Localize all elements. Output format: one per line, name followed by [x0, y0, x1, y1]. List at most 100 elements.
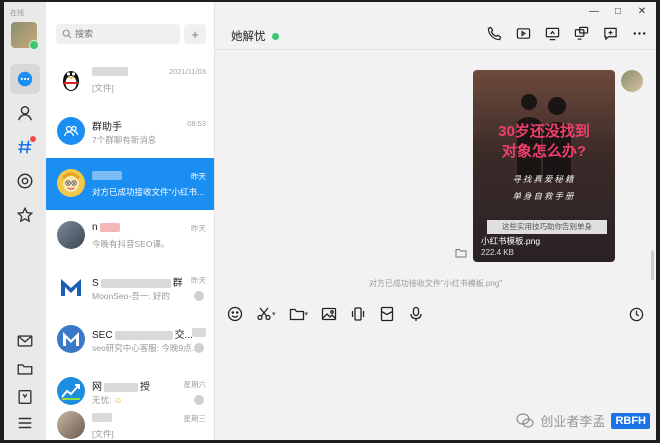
send-file-button[interactable]: ▾	[289, 304, 308, 324]
photo-avatar	[57, 221, 85, 249]
cartoon-avatar	[57, 169, 85, 197]
shake-button[interactable]	[350, 304, 366, 324]
screenshot-button[interactable]: ▾	[256, 304, 276, 324]
conversation-item[interactable]: n 昨天 今晚有抖音SEO课。	[46, 210, 214, 262]
messages-tab[interactable]	[10, 64, 40, 94]
image-file-message[interactable]: 30岁还没找到 对象怎么办? 寻找真爱秘籍 单身自救手册 这些实用技巧助你告别单…	[473, 70, 615, 262]
conversation-item[interactable]: 星期三 [文件]	[46, 400, 214, 440]
message-history-button[interactable]	[626, 304, 646, 324]
notification-dot	[30, 136, 36, 142]
watermark-text: 创业者李孟	[540, 414, 606, 429]
search-box[interactable]	[56, 24, 180, 44]
conversation-time: 星期六	[183, 380, 207, 389]
conversation-time: 08:53	[187, 119, 206, 128]
screen-share-icon	[545, 27, 559, 40]
conversation-preview: 对方已成功接收文件"小红书...	[92, 187, 205, 197]
remote-desktop-icon	[574, 26, 588, 40]
screen-share-button[interactable]	[543, 24, 561, 42]
clock-icon	[629, 307, 643, 321]
user-avatar[interactable]	[11, 22, 39, 50]
header-actions	[485, 24, 648, 42]
conversation-item[interactable]: S群 昨天 MoonSeo-吾一: 好的	[46, 262, 214, 314]
online-status-dot	[271, 32, 279, 40]
chat-header: 她解忧	[215, 2, 656, 50]
scissors-icon	[257, 307, 271, 321]
red-packet-button[interactable]	[379, 304, 395, 324]
file-headline: 对象怎么办?	[501, 143, 587, 160]
menu-icon	[18, 417, 32, 429]
folder-icon	[289, 308, 304, 321]
conversation-list: + 2021/11/03 [文件] 群助手 08:53 7个群聊有新消息 昨	[46, 2, 215, 440]
conversation-name	[92, 66, 128, 77]
favorites-tab[interactable]	[10, 200, 40, 230]
left-rail: 在线	[4, 2, 46, 440]
remote-desktop-button[interactable]	[572, 24, 590, 42]
conversation-item[interactable]: SEC 交... seo研究中心客服: 今晚9点...	[46, 314, 214, 366]
conversation-time: 昨天	[191, 276, 206, 285]
contacts-tab[interactable]	[10, 98, 40, 128]
group-icon	[63, 125, 79, 137]
conversation-name	[92, 412, 112, 423]
gift-icon	[380, 306, 394, 322]
new-chat-icon	[603, 27, 617, 40]
file-name: 小红书模板.png	[481, 236, 541, 246]
search-input[interactable]	[75, 29, 175, 39]
conversation-item-active[interactable]: 昨天 对方已成功接收文件"小红书...	[46, 158, 214, 210]
new-chat-button[interactable]	[601, 24, 619, 42]
file-headline: 30岁还没找到	[498, 123, 590, 140]
conversation-time: 昨天	[191, 224, 206, 233]
photo-avatar	[57, 411, 85, 439]
conversation-preview: seo研究中心客服: 今晚9点...	[92, 343, 199, 353]
conversation-name: n	[92, 222, 120, 233]
chat-pane: — □ ✕ 她解忧 30岁还没找到 对象怎么办? 寻找真爱秘籍 单身自救手册 这…	[215, 2, 656, 440]
conversation-preview: 今晚有抖音SEO课。	[92, 239, 170, 249]
main-menu-button[interactable]	[10, 408, 40, 438]
chat-title: 她解忧	[231, 28, 279, 44]
voice-message-button[interactable]	[408, 304, 424, 324]
vibrate-icon	[351, 307, 365, 321]
files-button[interactable]	[10, 354, 40, 384]
conversation-name: S群	[92, 278, 183, 289]
channels-tab[interactable]	[10, 132, 40, 162]
file-strip-text: 这些实用技巧助你告别单身	[487, 220, 607, 234]
at-tab[interactable]	[10, 166, 40, 196]
star-icon	[16, 206, 34, 223]
mail-icon	[17, 335, 33, 347]
watermark-logo: RBFH	[611, 412, 650, 429]
file-subtitle: 寻找真爱秘籍	[512, 174, 576, 184]
scrollbar[interactable]	[651, 250, 654, 280]
conversation-name: 网授	[92, 382, 150, 393]
file-size: 222.4 KB	[481, 248, 514, 257]
voice-call-button[interactable]	[485, 24, 503, 42]
conversation-time: 2021/11/03	[169, 67, 206, 76]
folder-icon	[17, 364, 33, 375]
my-avatar[interactable]	[621, 70, 643, 92]
open-folder-icon[interactable]	[455, 248, 467, 258]
input-toolbar: ▾ ▾	[227, 304, 424, 324]
conversation-item[interactable]: 群助手 08:53 7个群聊有新消息	[46, 106, 214, 158]
system-message: 对方已成功接收文件"小红书模板.png"	[368, 279, 503, 288]
group-assistant-avatar	[57, 117, 85, 145]
send-image-button[interactable]	[321, 304, 337, 324]
conversation-time: 昨天	[191, 172, 206, 181]
conversation-time: 星期三	[183, 414, 207, 423]
video-call-button[interactable]	[514, 24, 532, 42]
file-subtitle: 单身自救手册	[512, 191, 576, 201]
muted-badge	[194, 343, 204, 353]
image-icon	[321, 307, 337, 321]
emoji-icon	[227, 306, 243, 322]
conversation-preview: [文件]	[92, 83, 114, 93]
add-button[interactable]: +	[184, 24, 206, 44]
more-options-button[interactable]	[630, 24, 648, 42]
wechat-icon	[516, 412, 535, 428]
qq-penguin-avatar	[57, 65, 85, 93]
chat-bubble-icon	[17, 71, 33, 87]
bookmark-icon	[18, 390, 32, 404]
qq-window: 在线 搜索 + 2021/11/03 [文件] 群助手 08:53 7个群聊有新…	[4, 2, 656, 440]
conversation-preview: MoonSeo-吾一: 好的	[92, 291, 170, 301]
conversation-time	[192, 327, 206, 337]
emoji-button[interactable]	[227, 304, 243, 324]
conversation-item[interactable]: 2021/11/03 [文件]	[46, 54, 214, 106]
mail-button[interactable]	[10, 326, 40, 356]
seo-avatar	[57, 325, 85, 353]
